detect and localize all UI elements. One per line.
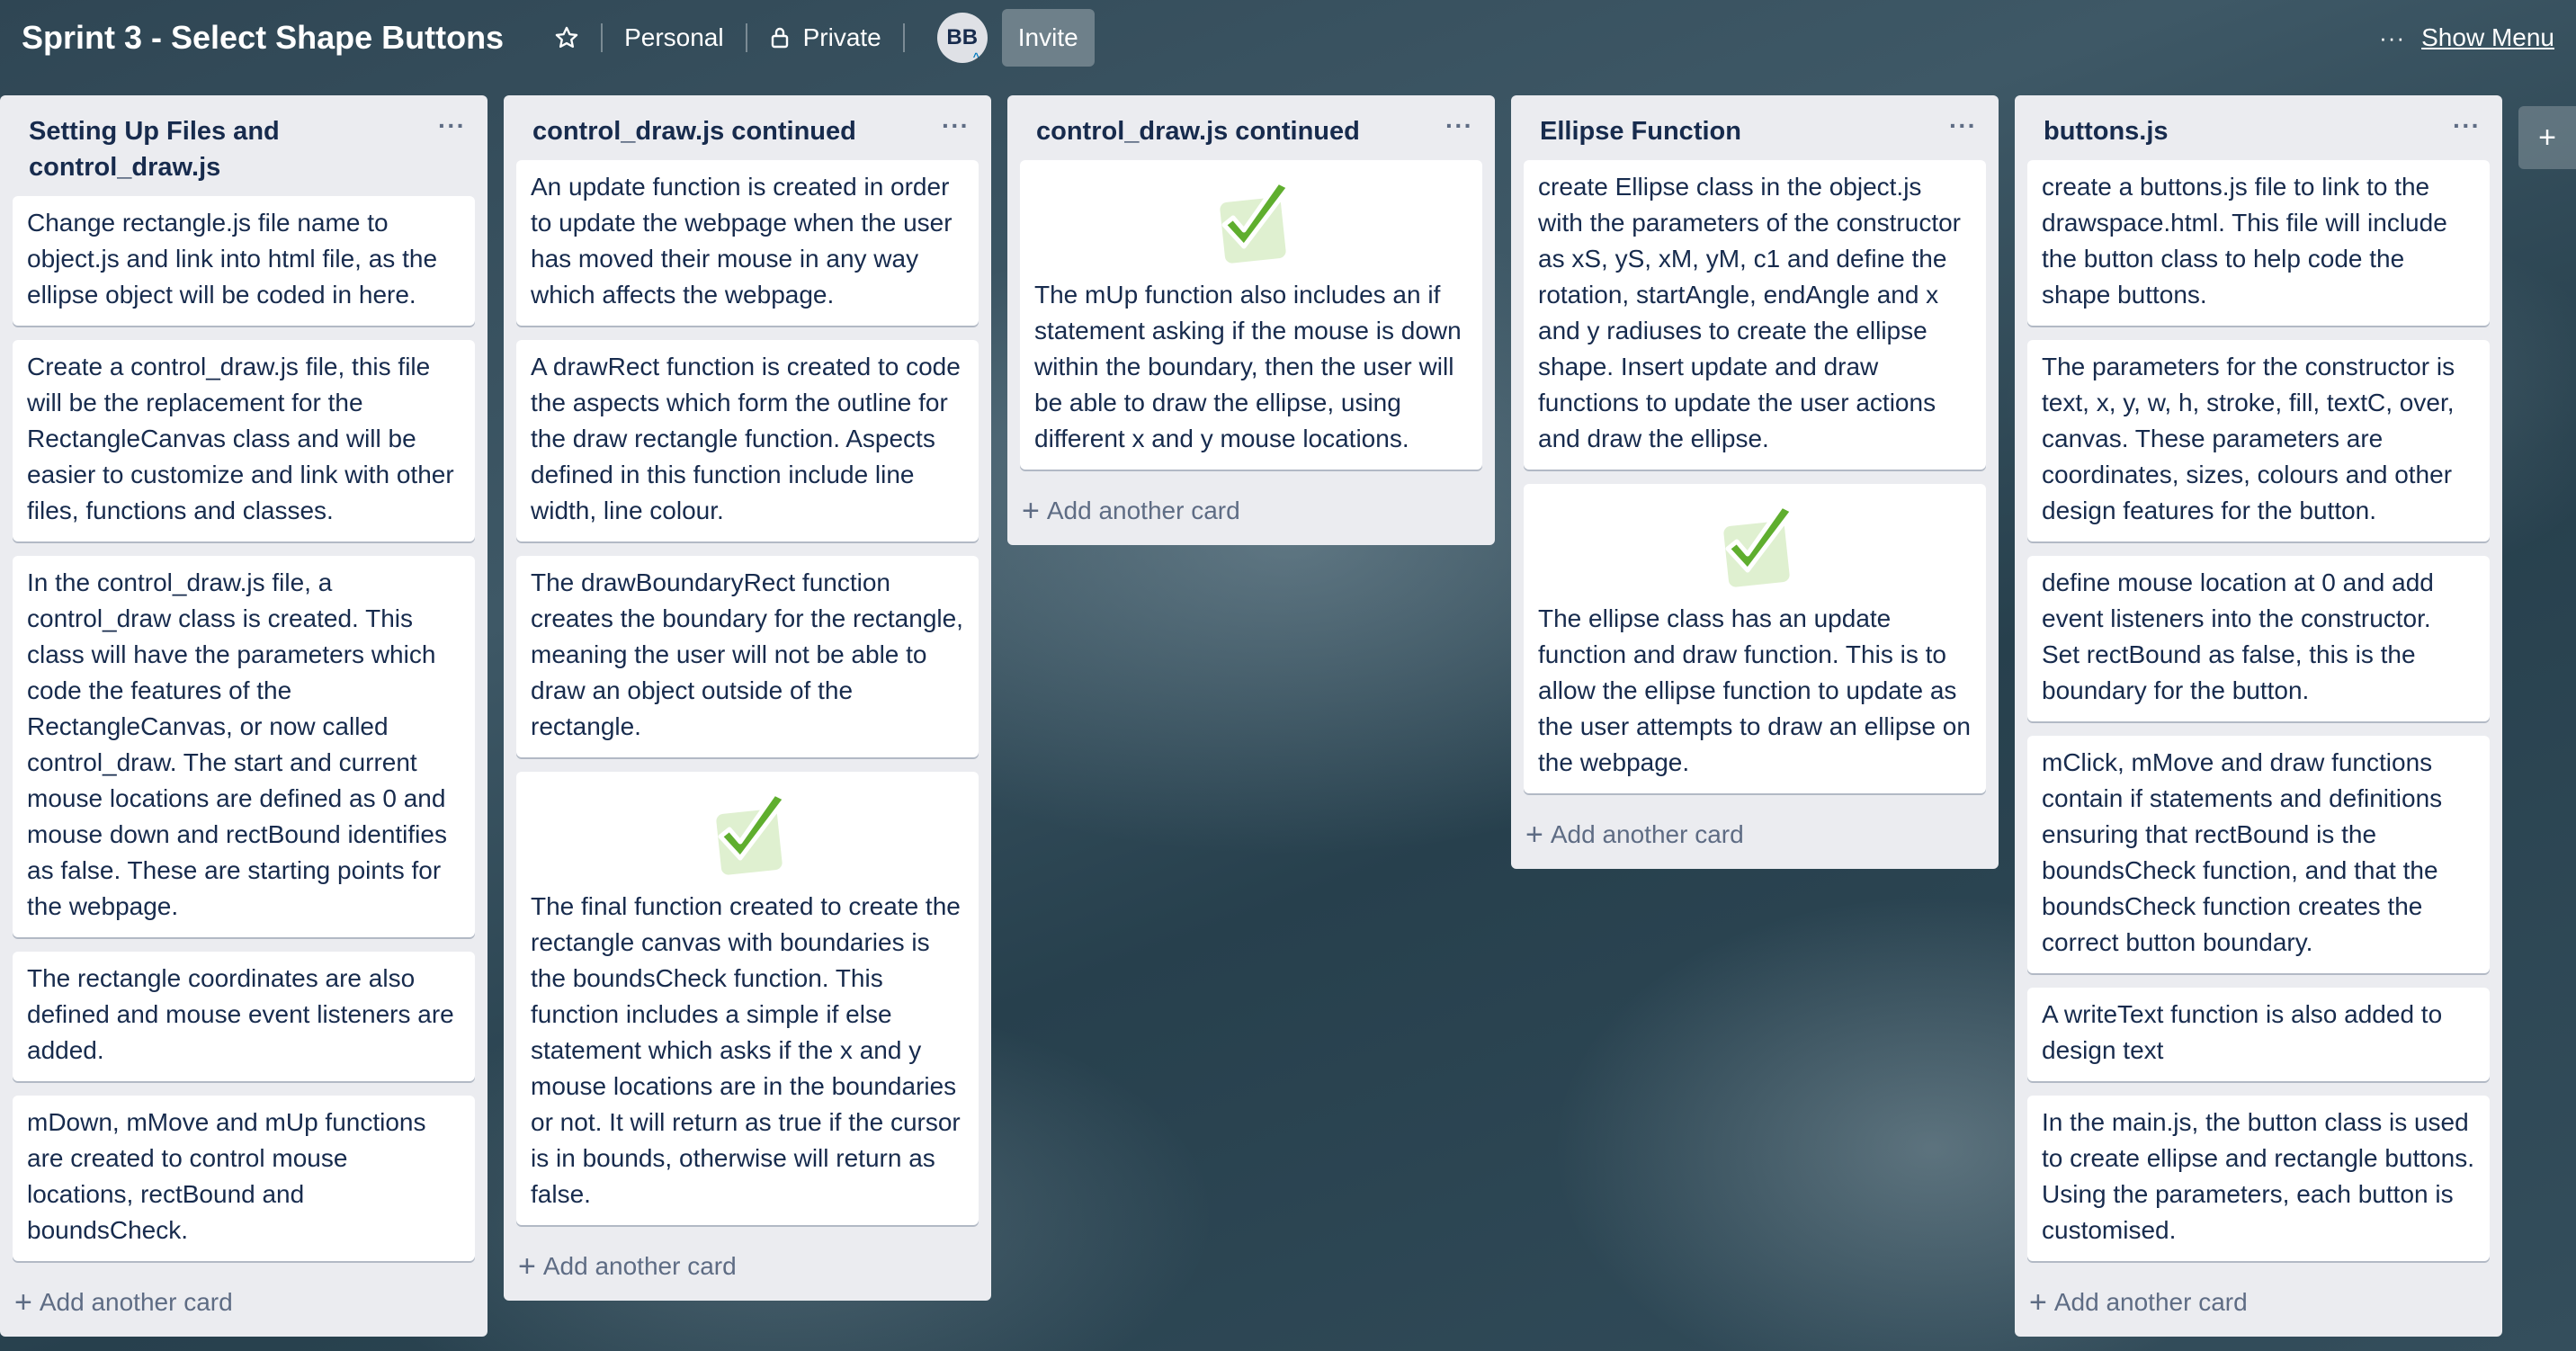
list-header[interactable]: control_draw.js continued ··· <box>516 95 979 160</box>
card-text: create a buttons.js file to link to the … <box>2042 173 2447 309</box>
card-text: A writeText function is also added to de… <box>2042 1000 2443 1064</box>
plus-icon: + <box>2029 1285 2047 1320</box>
member-avatar[interactable]: BB ^ <box>936 13 988 63</box>
card-text: The mUp function also includes an if sta… <box>1034 281 1462 452</box>
header-divider <box>902 23 905 52</box>
card[interactable]: In the main.js, the button class is used… <box>2027 1096 2490 1261</box>
card-text: mDown, mMove and mUp functions are creat… <box>27 1108 426 1244</box>
add-card-button[interactable]: + Add another card <box>2027 1275 2490 1337</box>
list-menu-icon[interactable]: ··· <box>1949 108 1977 144</box>
list-title[interactable]: Setting Up Files and control_draw.js <box>29 117 280 182</box>
list-menu-icon[interactable]: ··· <box>438 108 466 144</box>
card[interactable]: define mouse location at 0 and add event… <box>2027 556 2490 721</box>
board-title[interactable]: Sprint 3 - Select Shape Buttons <box>22 12 514 64</box>
list-control-draw-continued-2: control_draw.js continued ··· The mUp fu… <box>1007 95 1495 545</box>
list-title[interactable]: buttons.js <box>2044 117 2169 146</box>
list-title[interactable]: Ellipse Function <box>1540 117 1741 146</box>
checkmark-sticker-icon <box>531 781 964 889</box>
card[interactable]: mDown, mMove and mUp functions are creat… <box>13 1096 475 1261</box>
card-text: The ellipse class has an update function… <box>1538 604 1971 776</box>
admin-badge-icon: ^ <box>972 50 979 63</box>
add-card-label: Add another card <box>1046 497 1240 524</box>
add-card-label: Add another card <box>39 1288 233 1316</box>
board-canvas: Setting Up Files and control_draw.js ···… <box>0 95 2576 1351</box>
list-setting-up-files: Setting Up Files and control_draw.js ···… <box>0 95 487 1337</box>
add-card-label: Add another card <box>2053 1288 2248 1316</box>
star-button[interactable] <box>540 11 594 65</box>
card-text: Create a control_draw.js file, this file… <box>27 353 454 524</box>
card-text: The parameters for the constructor is te… <box>2042 353 2455 524</box>
card-text: create Ellipse class in the object.js wi… <box>1538 173 1961 452</box>
card[interactable]: mClick, mMove and draw functions contain… <box>2027 736 2490 973</box>
card-text: define mouse location at 0 and add event… <box>2042 568 2434 704</box>
add-card-label: Add another card <box>542 1252 737 1280</box>
card-text: The rectangle coordinates are also defin… <box>27 964 454 1064</box>
card-text: In the control_draw.js file, a control_d… <box>27 568 447 920</box>
card[interactable]: The drawBoundaryRect function creates th… <box>516 556 979 757</box>
plus-icon: + <box>1022 494 1040 528</box>
header-divider <box>601 23 604 52</box>
card[interactable]: A writeText function is also added to de… <box>2027 988 2490 1081</box>
more-icon[interactable]: ··· <box>2379 24 2405 52</box>
card[interactable]: create a buttons.js file to link to the … <box>2027 160 2490 326</box>
card-text: An update function is created in order t… <box>531 173 953 309</box>
team-button[interactable]: Personal <box>610 11 738 65</box>
add-card-button[interactable]: + Add another card <box>1020 484 1482 545</box>
board-header: Sprint 3 - Select Shape Buttons Personal… <box>0 0 2576 76</box>
card-text: mClick, mMove and draw functions contain… <box>2042 748 2443 956</box>
list-header[interactable]: control_draw.js continued ··· <box>1020 95 1482 160</box>
card[interactable]: create Ellipse class in the object.js wi… <box>1524 160 1986 470</box>
card[interactable]: The parameters for the constructor is te… <box>2027 340 2490 541</box>
invite-button[interactable]: Invite <box>1001 9 1095 67</box>
add-card-button[interactable]: + Add another card <box>13 1275 475 1337</box>
card-text: A drawRect function is created to code t… <box>531 353 961 524</box>
list-control-draw-continued: control_draw.js continued ··· An update … <box>504 95 991 1301</box>
lock-icon <box>769 26 791 49</box>
card[interactable]: The final function created to create the… <box>516 772 979 1225</box>
add-card-label: Add another card <box>1550 820 1744 848</box>
add-card-button[interactable]: + Add another card <box>1524 808 1986 869</box>
card-text: In the main.js, the button class is used… <box>2042 1108 2474 1244</box>
add-list-button[interactable]: + <box>2518 106 2576 169</box>
card[interactable]: Create a control_draw.js file, this file… <box>13 340 475 541</box>
card[interactable]: In the control_draw.js file, a control_d… <box>13 556 475 937</box>
card-text: Change rectangle.js file name to object.… <box>27 209 438 309</box>
list-header[interactable]: Ellipse Function ··· <box>1524 95 1986 160</box>
list-menu-icon[interactable]: ··· <box>2453 108 2481 144</box>
list-menu-icon[interactable]: ··· <box>1445 108 1473 144</box>
list-buttons-js: buttons.js ··· create a buttons.js file … <box>2015 95 2502 1337</box>
checkmark-sticker-icon <box>1538 493 1972 601</box>
list-ellipse-function: Ellipse Function ··· create Ellipse clas… <box>1511 95 1999 869</box>
list-title[interactable]: control_draw.js continued <box>532 117 856 146</box>
menu-area: ··· Show Menu <box>2379 0 2554 76</box>
card[interactable]: The mUp function also includes an if sta… <box>1020 160 1482 470</box>
header-divider <box>745 23 747 52</box>
card[interactable]: An update function is created in order t… <box>516 160 979 326</box>
visibility-button[interactable]: Private <box>755 11 896 65</box>
visibility-label: Private <box>802 23 881 51</box>
card[interactable]: The rectangle coordinates are also defin… <box>13 952 475 1081</box>
star-icon <box>554 25 579 50</box>
card[interactable]: A drawRect function is created to code t… <box>516 340 979 541</box>
avatar-initials: BB <box>946 25 979 49</box>
card-text: The final function created to create the… <box>531 892 961 1208</box>
list-menu-icon[interactable]: ··· <box>942 108 970 144</box>
list-title[interactable]: control_draw.js continued <box>1036 117 1360 146</box>
list-header[interactable]: buttons.js ··· <box>2027 95 2490 160</box>
show-menu-button[interactable]: Show Menu <box>2421 23 2554 52</box>
plus-icon: + <box>1525 818 1543 852</box>
card[interactable]: The ellipse class has an update function… <box>1524 484 1986 793</box>
card[interactable]: Change rectangle.js file name to object.… <box>13 196 475 326</box>
plus-icon: + <box>518 1249 536 1284</box>
checkmark-sticker-icon <box>1034 169 1468 277</box>
card-text: The drawBoundaryRect function creates th… <box>531 568 963 740</box>
list-header[interactable]: Setting Up Files and control_draw.js ··· <box>13 95 475 196</box>
add-card-button[interactable]: + Add another card <box>516 1239 979 1301</box>
plus-icon: + <box>14 1285 32 1320</box>
